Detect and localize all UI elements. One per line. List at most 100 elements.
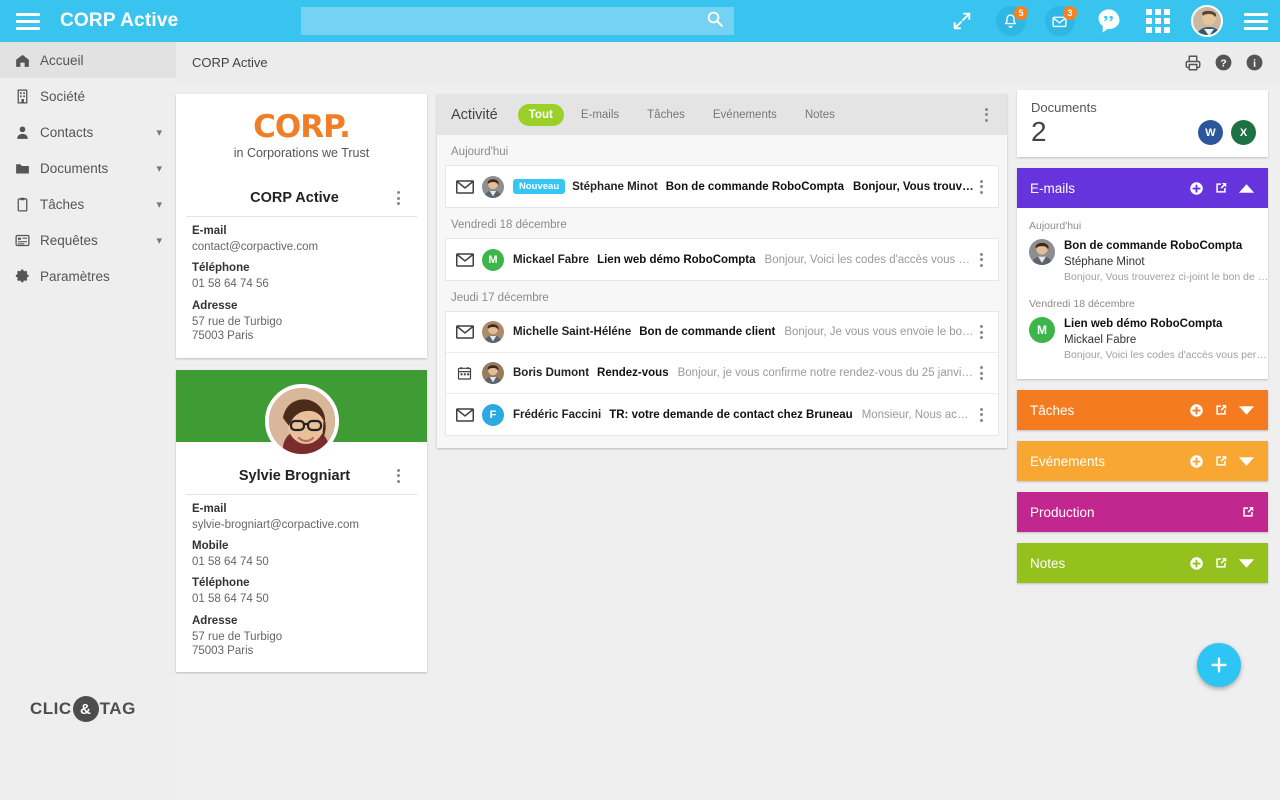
activity-group: Michelle Saint-Héléne Bon de commande cli… — [445, 311, 999, 436]
panel-open-button[interactable] — [1214, 181, 1228, 195]
right-menu-button[interactable] — [1231, 0, 1280, 42]
breadcrumb: CORP Active — [192, 55, 268, 70]
external-link-icon[interactable] — [1241, 505, 1255, 519]
panel-add-button[interactable] — [1189, 403, 1204, 418]
plus-circle-icon[interactable] — [1189, 403, 1204, 418]
panel-open-button[interactable] — [1214, 454, 1228, 468]
panel-day-label: Aujourd'hui — [1029, 220, 1082, 232]
panel-toggle-button[interactable] — [1238, 456, 1255, 467]
plus-circle-icon[interactable] — [1189, 556, 1204, 571]
field-email: E-mail sylvie-brogniart@corpactive.com — [176, 495, 427, 532]
panel-open-button[interactable] — [1214, 556, 1228, 570]
sidebar-item-requtes[interactable]: Requêtes ▾ — [0, 222, 176, 258]
external-link-icon[interactable] — [1214, 181, 1228, 195]
panel-header[interactable]: E-mails — [1017, 168, 1268, 208]
notifications-badge: 5 — [1014, 6, 1028, 20]
expand-button[interactable] — [937, 0, 986, 42]
sidebar-item-contacts[interactable]: Contacts ▾ — [0, 114, 176, 150]
search-bar[interactable] — [301, 7, 734, 35]
word-document-icon[interactable]: W — [1198, 120, 1223, 145]
chevron-down-icon[interactable]: ▾ — [156, 126, 162, 139]
panel-header[interactable]: Tâches — [1017, 390, 1268, 431]
kebab-menu-icon[interactable] — [391, 468, 405, 483]
search-input[interactable] — [301, 7, 706, 35]
field-value: 01 58 64 74 50 — [192, 593, 269, 606]
sidebar-item-socit[interactable]: Société — [0, 78, 176, 114]
list-item[interactable]: M Lien web démo RoboCompta Mickael Fabre Bo… — [1017, 314, 1269, 370]
user-avatar-button[interactable] — [1182, 0, 1231, 42]
sidebar-item-documents[interactable]: Documents ▾ — [0, 150, 176, 186]
activity-sender: Boris Dumont — [513, 367, 590, 379]
table-row[interactable]: Nouveau Stéphane Minot Bon de commande Rob… — [446, 166, 998, 207]
info-icon[interactable]: i — [1245, 53, 1264, 72]
panel-toggle-button[interactable] — [1238, 183, 1255, 194]
printer-icon[interactable] — [1183, 53, 1202, 72]
caret-up-icon[interactable] — [1238, 183, 1255, 194]
help-icon[interactable]: ? — [1214, 53, 1233, 72]
brand-ampersand: & — [72, 696, 99, 722]
notifications-button[interactable]: 5 — [986, 0, 1035, 42]
plus-icon — [1211, 657, 1227, 673]
kebab-menu-icon[interactable] — [391, 191, 405, 205]
panel-title: Tâches — [1030, 402, 1075, 418]
activity-list: Aujourd'hui Nouveau Stéphane Minot Bon de c… — [437, 135, 1007, 448]
chevron-down-icon[interactable]: ▾ — [156, 162, 162, 175]
avatar — [482, 175, 504, 198]
table-row[interactable]: Boris Dumont Rendez-vous Bonjour, je vous … — [446, 353, 998, 394]
documents-card[interactable]: Documents 2 WX — [1017, 90, 1268, 157]
plus-circle-icon[interactable] — [1189, 454, 1204, 469]
activity-sender: Stéphane Minot — [572, 180, 658, 193]
top-bar-actions: 5 3 — [937, 0, 1280, 42]
apps-button[interactable] — [1133, 0, 1182, 42]
panel-open-button[interactable] — [1214, 403, 1228, 417]
field-label: Mobile — [192, 539, 229, 552]
external-link-icon[interactable] — [1214, 556, 1228, 570]
tab-notes[interactable]: Notes — [794, 104, 846, 126]
panel-add-button[interactable] — [1189, 556, 1204, 571]
kebab-menu-icon[interactable] — [974, 407, 988, 422]
caret-down-icon[interactable] — [1238, 456, 1255, 467]
panel-add-button[interactable] — [1189, 181, 1204, 196]
tab-evnements[interactable]: Evénements — [702, 104, 788, 126]
table-row[interactable]: F Frédéric Faccini TR: votre demande de co… — [446, 394, 998, 435]
panel-header[interactable]: Evénements — [1017, 441, 1268, 482]
table-row[interactable]: Michelle Saint-Héléne Bon de commande cli… — [446, 312, 998, 353]
sidebar-item-tches[interactable]: Tâches ▾ — [0, 186, 176, 222]
kebab-menu-icon[interactable] — [979, 107, 993, 122]
mail-sender: Stéphane Minot — [1064, 255, 1145, 268]
menu-toggle-button[interactable] — [0, 0, 56, 42]
panel-toggle-button[interactable] — [1238, 405, 1255, 416]
envelope-icon — [456, 252, 474, 267]
external-link-icon[interactable] — [1214, 454, 1228, 468]
sidebar-item-accueil[interactable]: Accueil — [0, 42, 176, 78]
kebab-menu-icon[interactable] — [974, 366, 988, 380]
tab-tout[interactable]: Tout — [517, 103, 564, 126]
caret-down-icon[interactable] — [1238, 405, 1255, 416]
add-button[interactable] — [1197, 643, 1241, 687]
panel-header[interactable]: Production — [1017, 492, 1268, 533]
caret-down-icon[interactable] — [1238, 558, 1255, 569]
tab-tches[interactable]: Tâches — [636, 104, 696, 126]
panel-open-button[interactable] — [1241, 505, 1255, 519]
plus-circle-icon[interactable] — [1189, 181, 1204, 196]
excel-document-icon[interactable]: X — [1231, 120, 1256, 145]
field-label: Téléphone — [192, 577, 250, 590]
gear-icon — [15, 268, 29, 282]
kebab-menu-icon[interactable] — [974, 252, 988, 267]
list-item[interactable]: Bon de commande RoboCompta Stéphane Minot… — [1017, 236, 1269, 292]
chat-button[interactable] — [1084, 0, 1133, 42]
kebab-menu-icon[interactable] — [974, 325, 988, 339]
panel-toggle-button[interactable] — [1238, 558, 1255, 569]
panel-header[interactable]: Notes — [1017, 543, 1268, 584]
messages-button[interactable]: 3 — [1035, 0, 1084, 42]
chevron-down-icon[interactable]: ▾ — [156, 198, 162, 211]
panel-add-button[interactable] — [1189, 454, 1204, 469]
search-icon[interactable] — [706, 10, 724, 33]
sidebar-item-paramtres[interactable]: Paramètres — [0, 258, 176, 294]
kebab-menu-icon[interactable] — [974, 179, 988, 194]
table-row[interactable]: M Mickael Fabre Lien web démo RoboCompta Bo… — [446, 239, 998, 280]
tab-emails[interactable]: E-mails — [570, 104, 630, 126]
external-link-icon[interactable] — [1214, 403, 1228, 417]
chevron-down-icon[interactable]: ▾ — [156, 234, 162, 247]
brand-clic: CLIC — [30, 699, 72, 718]
